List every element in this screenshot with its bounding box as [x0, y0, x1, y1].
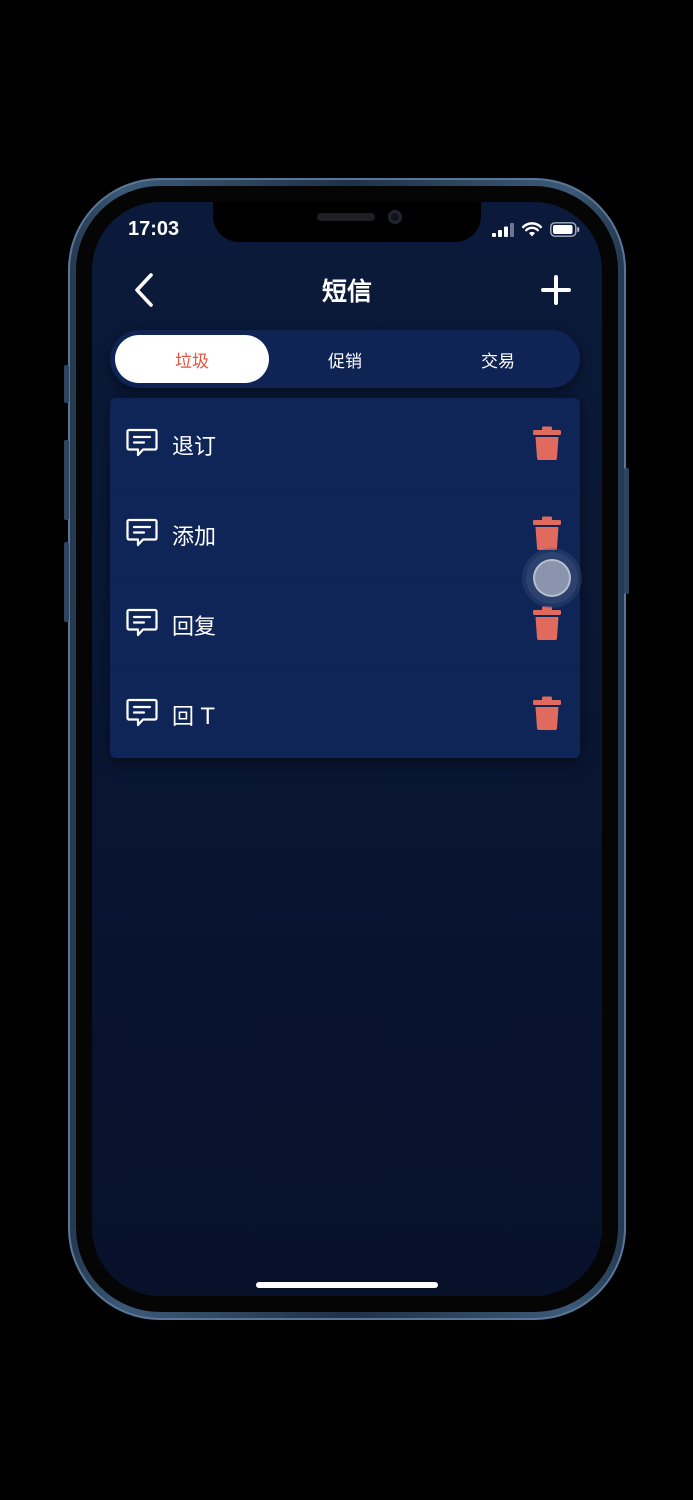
earpiece-speaker	[317, 213, 375, 221]
keyword-list: 退订 添加 回复 回 T	[110, 398, 580, 758]
list-item[interactable]: 回复	[110, 578, 580, 669]
message-icon	[126, 518, 158, 547]
keyword-label: 添加	[172, 525, 217, 550]
trash-icon[interactable]	[532, 606, 562, 640]
trash-icon[interactable]	[532, 426, 562, 460]
message-icon	[126, 608, 158, 637]
tab-spam[interactable]: 垃圾	[115, 335, 269, 383]
wifi-icon	[522, 222, 542, 237]
home-indicator[interactable]	[256, 1282, 438, 1288]
status-time: 17:03	[128, 218, 180, 240]
category-tabs: 垃圾 促销 交易	[110, 330, 580, 388]
add-keyword-button[interactable]	[534, 268, 578, 312]
tab-transactions[interactable]: 交易	[421, 335, 575, 383]
cellular-signal-icon	[492, 222, 514, 237]
nav-bar: 短信	[92, 260, 602, 320]
notch	[213, 202, 481, 242]
battery-icon	[550, 222, 580, 237]
list-item[interactable]: 退订	[110, 398, 580, 489]
keyword-label: 回 T	[172, 705, 215, 730]
message-icon	[126, 698, 158, 727]
device-mockup: 17:03 短信 垃圾 促销 交易 退订 添加 回复 回 T	[0, 0, 693, 1500]
power-button	[624, 468, 629, 594]
keyword-label: 退订	[172, 435, 217, 460]
trash-icon[interactable]	[532, 696, 562, 730]
list-item[interactable]: 添加	[110, 488, 580, 579]
message-icon	[126, 428, 158, 457]
tab-promotions[interactable]: 促销	[268, 335, 422, 383]
keyword-label: 回复	[172, 615, 217, 640]
assistive-touch-button[interactable]	[526, 552, 578, 604]
page-title: 短信	[321, 277, 372, 306]
plus-icon	[541, 275, 571, 305]
silent-switch	[64, 365, 69, 403]
list-item[interactable]: 回 T	[110, 668, 580, 758]
status-icons	[492, 222, 580, 237]
volume-up-button	[64, 440, 69, 520]
trash-icon[interactable]	[532, 516, 562, 550]
volume-down-button	[64, 542, 69, 622]
assistive-touch-dot	[535, 561, 569, 595]
screen: 17:03 短信 垃圾 促销 交易 退订 添加 回复 回 T	[92, 202, 602, 1296]
front-camera	[388, 210, 402, 224]
